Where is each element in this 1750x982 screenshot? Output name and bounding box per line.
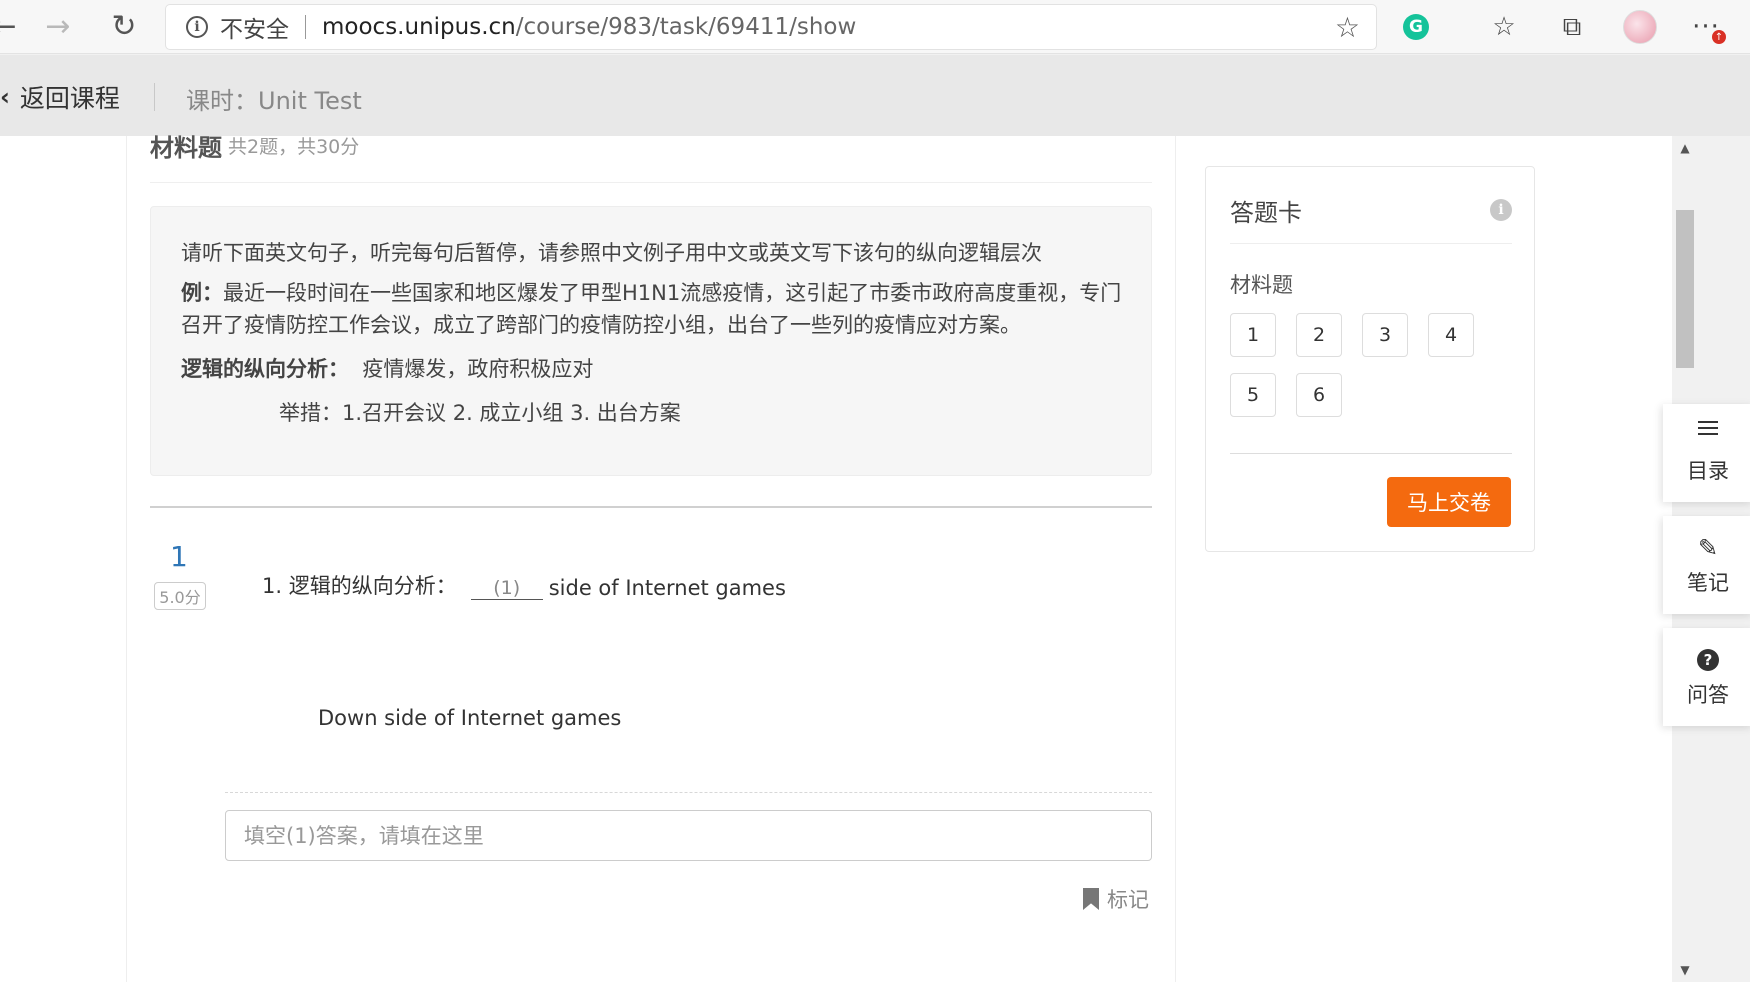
browser-toolbar: ← → ↻ i 不安全 moocs.unipus.cn/course/983/t… <box>0 0 1750 54</box>
question-nav-button[interactable]: 5 <box>1230 373 1276 417</box>
measures-line: 举措：1.召开会议 2. 成立小组 3. 出台方案 <box>279 401 681 425</box>
chevron-left-icon: ‹ <box>0 83 10 111</box>
scroll-down-arrow-icon[interactable]: ▼ <box>1676 962 1694 978</box>
card-divider <box>1230 243 1512 244</box>
scrollbar-thumb[interactable] <box>1676 210 1694 368</box>
answer-card: 答题卡 i 材料题 1 2 3 4 5 6 马上交卷 <box>1205 166 1535 552</box>
grammarly-icon: G <box>1403 14 1429 40</box>
header-divider <box>154 83 155 111</box>
more-menu-button[interactable]: ··· ↑ <box>1686 8 1726 46</box>
example-line-1: 例：最近一段时间在一些国家和地区爆发了甲型H1N1流感疫情，这引起了市委市政府高… <box>181 277 1121 309</box>
qa-label: 问答 <box>1687 683 1729 707</box>
mark-question-button[interactable]: 标记 <box>1083 884 1149 914</box>
favorites-list-icon[interactable]: ☆ <box>1484 8 1524 46</box>
back-to-course-label: 返回课程 <box>19 84 120 113</box>
question-score-badge: 5.0分 <box>154 582 206 610</box>
qa-glyph: ? <box>1697 649 1719 671</box>
question-nav-button[interactable]: 1 <box>1230 313 1276 357</box>
example-label: 例： <box>181 281 223 305</box>
back-to-course-link[interactable]: ‹ 返回课程 <box>0 79 120 115</box>
submit-exam-button[interactable]: 马上交卷 <box>1387 477 1511 527</box>
address-bar[interactable]: i 不安全 moocs.unipus.cn/course/983/task/69… <box>166 5 1376 49</box>
instruction-panel: 请听下面英文句子，听完每句后暂停，请参照中文例子用中文或英文写下该句的纵向逻辑层… <box>150 206 1152 476</box>
update-badge-icon: ↑ <box>1712 30 1726 44</box>
example-text-1: 最近一段时间在一些国家和地区爆发了甲型H1N1流感疫情，这引起了市委市政府高度重… <box>223 281 1122 305</box>
grammarly-extension-button[interactable]: G <box>1396 8 1436 46</box>
url-path: /course/983/task/69411/show <box>515 14 857 40</box>
question-sample-text: Down side of Internet games <box>318 706 622 730</box>
info-icon[interactable]: i <box>1490 199 1512 221</box>
lesson-title: 课时：Unit Test <box>186 87 362 115</box>
mark-label: 标记 <box>1107 888 1149 912</box>
course-header: ‹ 返回课程 课时：Unit Test <box>0 55 1750 136</box>
question-nav-button[interactable]: 3 <box>1362 313 1408 357</box>
question-nav-button[interactable]: 2 <box>1296 313 1342 357</box>
catalog-button[interactable]: 目录 <box>1663 404 1750 502</box>
instruction-text: 请听下面英文句子，听完每句后暂停，请参照中文例子用中文或英文写下该句的纵向逻辑层… <box>181 241 1042 265</box>
url-text[interactable]: moocs.unipus.cn/course/983/task/69411/sh… <box>322 14 856 40</box>
avatar <box>1623 10 1657 44</box>
example-line-2: 召开了疫情防控工作会议，成立了跨部门的疫情防控小组，出台了一些列的疫情应对方案。 <box>181 313 1021 337</box>
question-stem-suffix: side of Internet games <box>548 576 786 600</box>
question-number: 1 <box>170 540 188 573</box>
refresh-icon[interactable]: ↻ <box>102 6 146 46</box>
notes-label: 笔记 <box>1687 571 1729 595</box>
section-meta: 共2题，共30分 <box>228 136 360 158</box>
address-divider <box>305 15 306 39</box>
analysis-line: 逻辑的纵向分析： 疫情爆发，政府积极应对 <box>181 353 593 385</box>
collections-icon[interactable]: ⧉ <box>1552 8 1592 46</box>
add-favorite-star-icon[interactable]: ☆ <box>1335 11 1360 44</box>
forward-arrow-icon[interactable]: → <box>36 6 80 46</box>
question-nav-button[interactable]: 6 <box>1296 373 1342 417</box>
question-nav-button[interactable]: 4 <box>1428 313 1474 357</box>
notes-button[interactable]: ✎ 笔记 <box>1663 516 1750 614</box>
card-divider-bottom <box>1230 453 1512 454</box>
profile-button[interactable] <box>1620 8 1660 46</box>
question-stem-prefix: 1. 逻辑的纵向分析： <box>262 574 457 598</box>
dashed-divider <box>225 792 1152 793</box>
qa-button[interactable]: ? 问答 <box>1663 628 1750 726</box>
scroll-up-arrow-icon[interactable]: ▲ <box>1676 140 1694 156</box>
blank-answer-input[interactable] <box>225 810 1152 861</box>
analysis-label: 逻辑的纵向分析： <box>181 357 349 381</box>
analysis-text: 疫情爆发，政府积极应对 <box>362 357 594 381</box>
blank-marker: (1) <box>470 577 543 600</box>
menu-icon <box>1698 421 1718 451</box>
question-stem: 1. 逻辑的纵向分析： (1) side of Internet games <box>262 570 786 600</box>
bookmark-icon <box>1083 888 1099 910</box>
pencil-icon: ✎ <box>1697 534 1719 562</box>
section-title: 材料题 <box>150 134 222 162</box>
back-arrow-icon[interactable]: ← <box>0 6 26 46</box>
card-section-label: 材料题 <box>1230 273 1293 297</box>
url-host: moocs.unipus.cn <box>322 14 516 40</box>
answer-card-title: 答题卡 <box>1230 199 1302 227</box>
site-info-icon[interactable]: i <box>186 16 208 38</box>
section-divider <box>150 182 1152 183</box>
question-divider <box>150 506 1152 508</box>
catalog-label: 目录 <box>1687 459 1729 483</box>
security-status[interactable]: 不安全 <box>220 10 289 44</box>
question-circle-icon: ? <box>1697 645 1719 675</box>
